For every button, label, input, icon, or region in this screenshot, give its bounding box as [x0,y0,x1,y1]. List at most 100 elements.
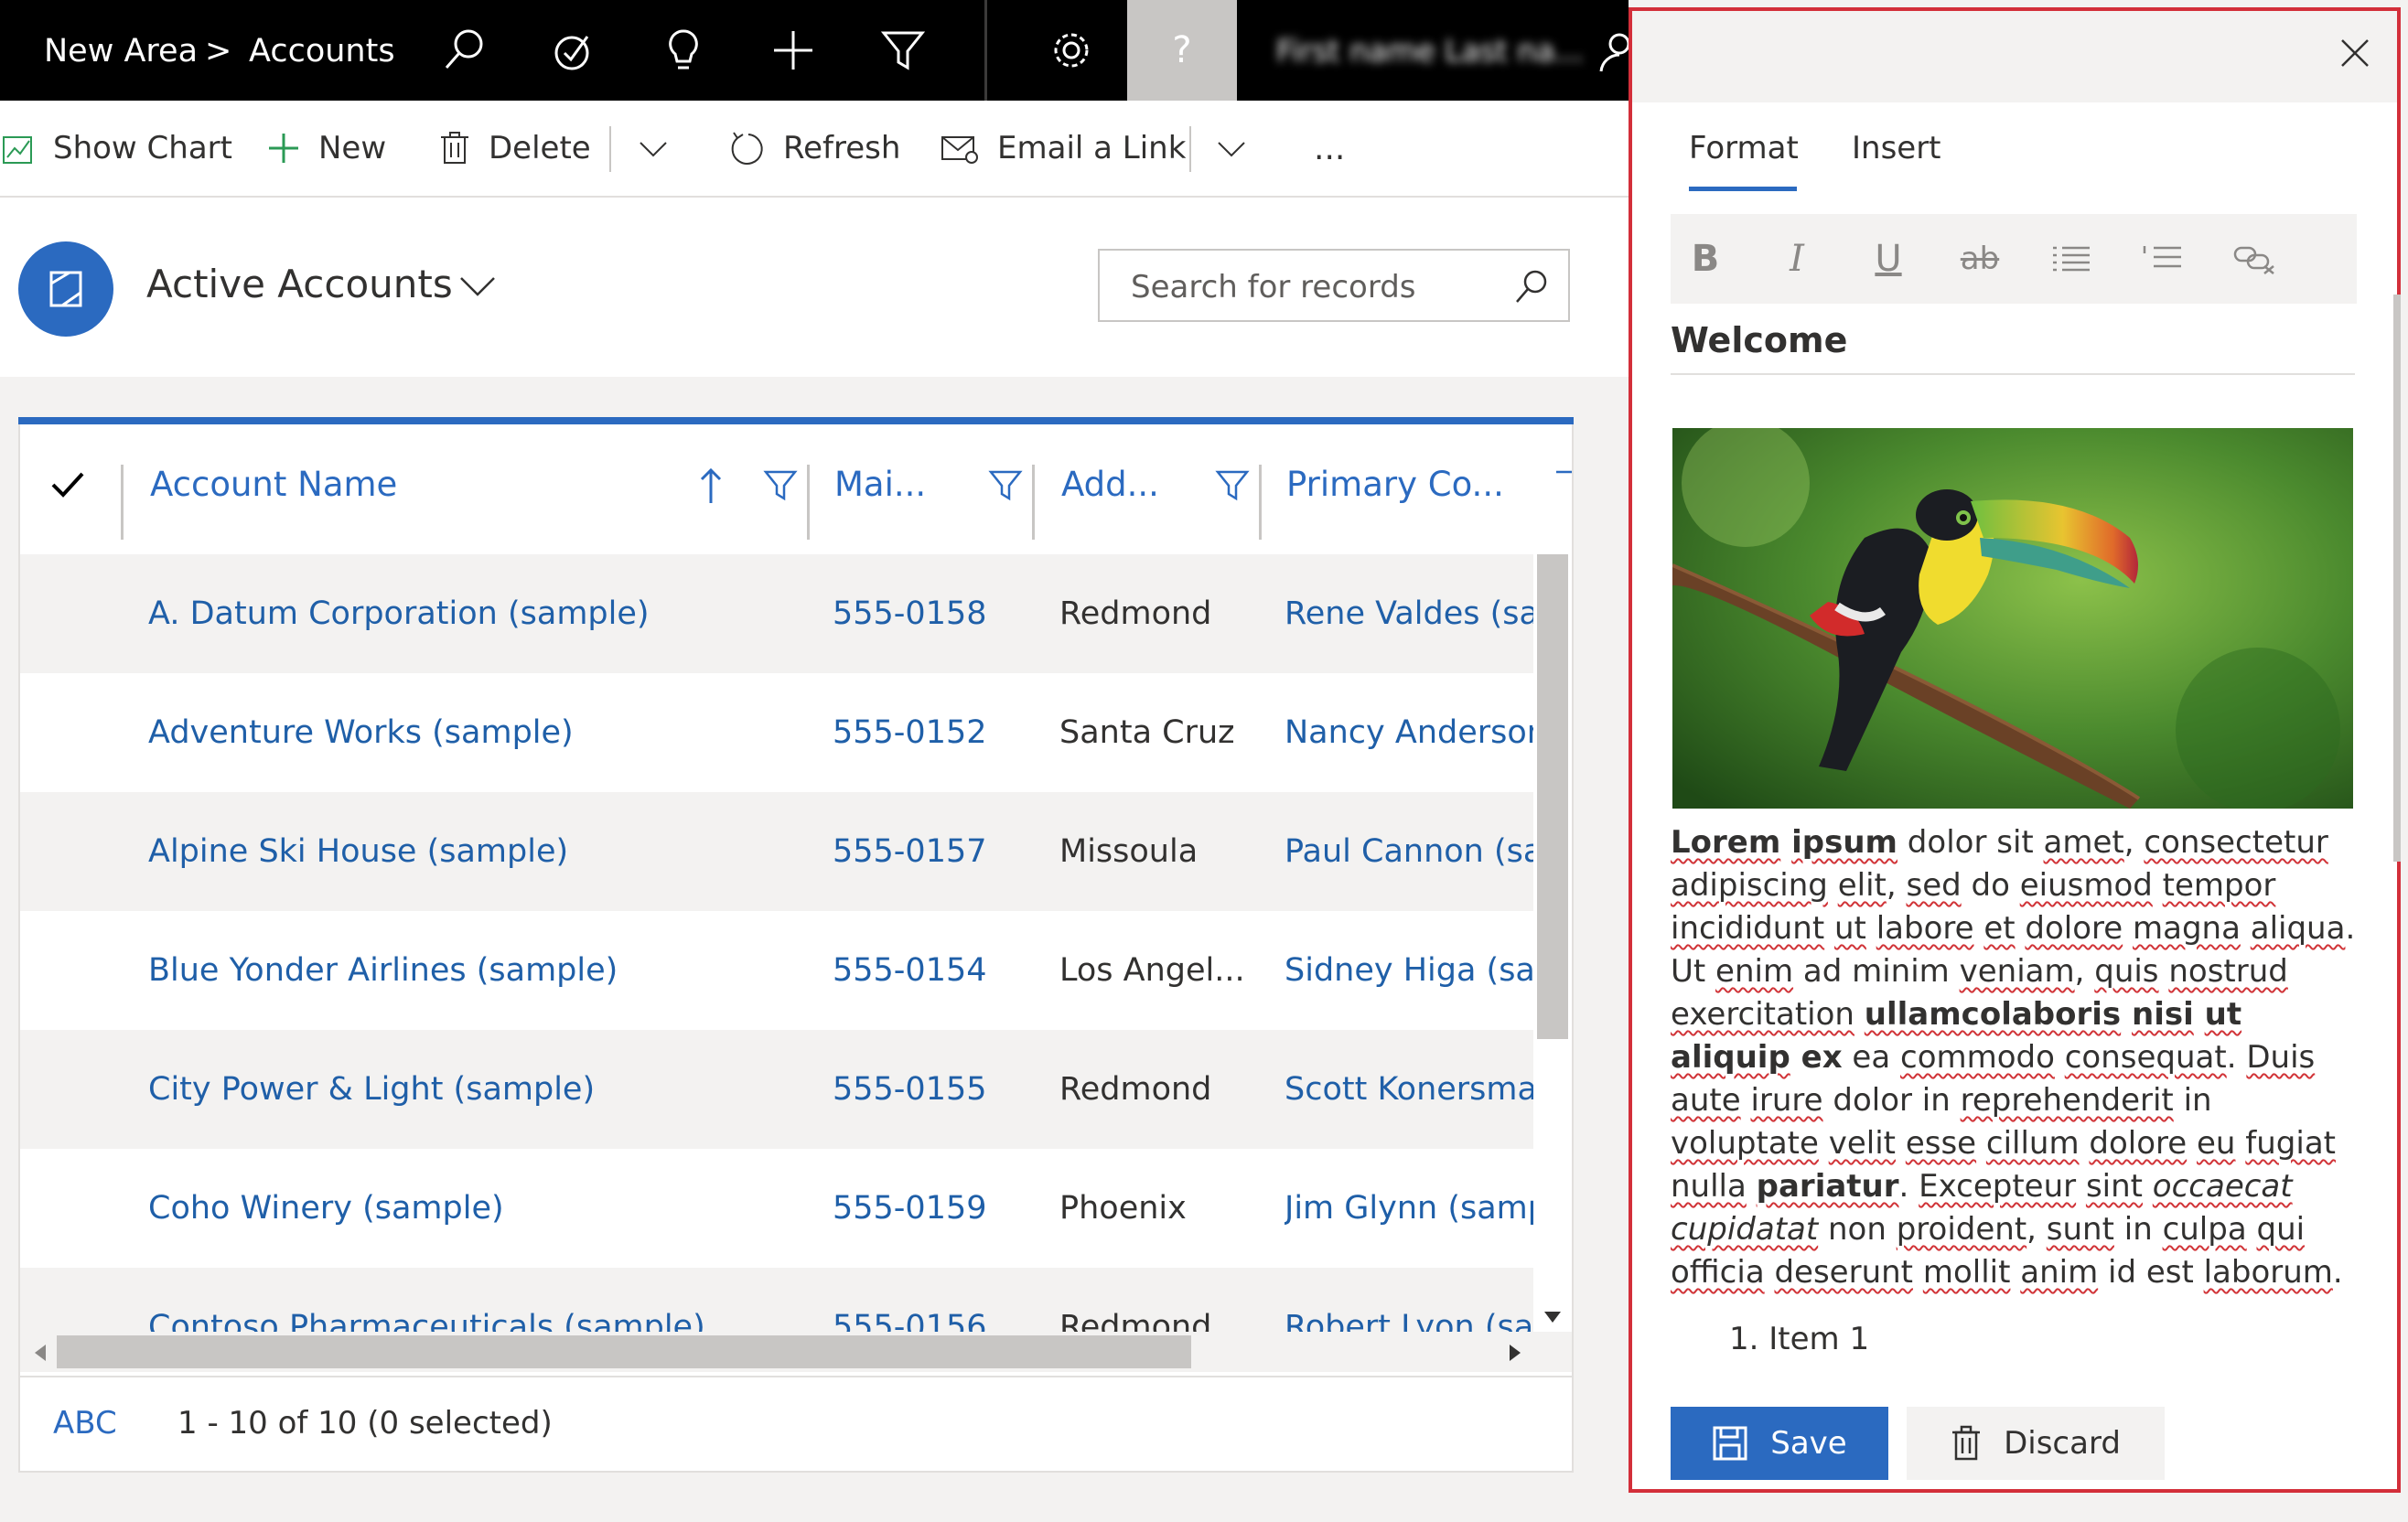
rich-text-editor[interactable]: Welcome Lorem ipsum dolor sit amet, cons… [1671,304,2357,1365]
gear-icon[interactable] [1039,18,1103,82]
discard-button[interactable]: Discard [1907,1407,2165,1480]
scrollbar-thumb[interactable] [57,1335,1191,1368]
email-link-icon [941,136,978,164]
phone-link[interactable]: 555-0152 [833,673,987,792]
email-link-button[interactable]: Email a Link [941,101,1186,196]
filter-icon[interactable] [988,468,1023,503]
table-row[interactable]: Coho Winery (sample) 555-0159 Phoenix Ji… [20,1149,1535,1268]
strikethrough-icon[interactable]: ab [1952,236,2007,282]
table-row[interactable]: Blue Yonder Airlines (sample) 555-0154 L… [20,911,1535,1030]
tab-format[interactable]: Format [1689,130,1799,166]
table-row[interactable]: A. Datum Corporation (sample) 555-0158 R… [20,554,1535,673]
account-name-link[interactable]: A. Datum Corporation (sample) [148,554,650,673]
delete-more-dropdown[interactable] [635,101,688,196]
breadcrumb-separator: > [205,33,232,70]
person-icon[interactable] [1592,18,1629,82]
email-more-dropdown[interactable] [1213,101,1266,196]
chevron-down-icon[interactable] [457,273,498,300]
new-button[interactable]: New [265,101,386,196]
active-tab-indicator [1689,187,1797,191]
save-button[interactable]: Save [1671,1407,1888,1480]
column-header-account-name[interactable]: Account Name [150,424,397,545]
plus-icon[interactable] [761,18,825,82]
show-chart-button[interactable]: Show Chart [0,101,232,196]
account-name-link[interactable]: Blue Yonder Airlines (sample) [148,911,618,1030]
rich-text-panel: Format Insert B I U ab Welcome Lorem ips… [1629,7,2401,1493]
user-name[interactable]: First name Last na... [1276,0,1584,101]
phone-link[interactable]: 555-0156 [833,1268,987,1332]
breadcrumb-entity[interactable]: Accounts [249,0,395,101]
underline-icon[interactable]: U [1861,236,1916,282]
divider [1189,126,1191,172]
italic-icon[interactable]: I [1769,236,1824,282]
show-chart-label: Show Chart [53,130,232,166]
lightbulb-icon[interactable] [651,18,715,82]
column-header-primary-contact[interactable]: Primary Co... [1286,424,1504,545]
city-cell: Redmond [1059,595,1212,632]
account-name-link[interactable]: Coho Winery (sample) [148,1149,504,1268]
breadcrumb-area[interactable]: New Area [44,0,198,101]
panel-scrollbar-thumb[interactable] [2393,295,2401,862]
column-header-main-phone[interactable]: Mai... [834,424,926,545]
filter-icon[interactable] [871,18,935,82]
account-name-link[interactable]: Alpine Ski House (sample) [148,792,568,911]
account-name-link[interactable]: City Power & Light (sample) [148,1030,595,1149]
filter-icon[interactable] [763,468,798,503]
phone-link[interactable]: 555-0159 [833,1149,987,1268]
search-icon[interactable] [432,18,496,82]
table-row[interactable]: Adventure Works (sample) 555-0152 Santa … [20,673,1535,792]
help-icon: ? [1172,29,1192,71]
contact-link[interactable]: Jim Glynn (sample [1285,1149,1535,1268]
more-commands-button[interactable]: ... [1314,101,1345,196]
scroll-right-arrow-icon[interactable] [1508,1343,1522,1363]
column-header-address[interactable]: Add... [1061,424,1159,545]
contact-link[interactable]: Nancy Anderson ( [1285,673,1535,792]
table-row[interactable]: City Power & Light (sample) 555-0155 Red… [20,1030,1535,1149]
phone-link[interactable]: 555-0157 [833,792,987,911]
email-link-label: Email a Link [997,130,1187,166]
view-title[interactable]: Active Accounts [146,262,453,306]
chevron-down-icon [640,142,667,157]
delete-button[interactable]: Delete [437,101,591,196]
table-row[interactable]: Alpine Ski House (sample) 555-0157 Misso… [20,792,1535,911]
help-button[interactable]: ? [1127,0,1237,101]
phone-link[interactable]: 555-0154 [833,911,987,1030]
contact-link[interactable]: Rene Valdes (sam [1285,554,1535,673]
contact-link[interactable]: Scott Konersmanr [1285,1030,1535,1149]
divider [609,126,611,172]
vertical-scrollbar[interactable] [1533,554,1572,1345]
scrollbar-thumb[interactable] [1537,554,1568,1039]
numbered-list-icon[interactable] [2135,236,2190,282]
bold-icon[interactable]: B [1678,236,1733,282]
checkmark-icon[interactable] [49,466,86,503]
refresh-button[interactable]: Refresh [728,101,900,196]
bulleted-list-icon[interactable] [2044,236,2099,282]
horizontal-scrollbar[interactable] [20,1332,1572,1372]
phone-link[interactable]: 555-0155 [833,1030,987,1149]
account-name-link[interactable]: Contoso Pharmaceuticals (sample) [148,1268,705,1332]
account-name-link[interactable]: Adventure Works (sample) [148,673,574,792]
plus-icon [269,134,298,163]
list-item: 1. Item 1 [1729,1321,1870,1357]
table-row[interactable]: Contoso Pharmaceuticals (sample) 555-015… [20,1268,1535,1332]
contact-link[interactable]: Robert Lyon (sam [1285,1268,1535,1332]
tab-insert[interactable]: Insert [1852,130,1941,166]
divider [1032,465,1035,540]
remove-link-icon[interactable] [2227,236,2282,282]
phone-link[interactable]: 555-0158 [833,554,987,673]
contact-link[interactable]: Paul Cannon (sam [1285,792,1535,911]
search-icon[interactable] [1511,267,1552,307]
filter-icon[interactable] [1215,468,1250,503]
scroll-down-arrow-icon[interactable] [1543,1310,1563,1324]
contact-link[interactable]: Sidney Higa (sam [1285,911,1535,1030]
city-cell: Missoula [1059,833,1199,870]
task-icon[interactable] [542,18,606,82]
alphabet-filter-link[interactable]: ABC [53,1377,117,1469]
search-input[interactable]: Search for records [1098,249,1570,322]
divider [984,0,987,101]
scroll-left-arrow-icon[interactable] [33,1343,48,1363]
filter-icon[interactable] [1553,468,1572,503]
close-icon[interactable] [2337,35,2373,71]
sort-ascending-icon[interactable] [697,466,725,507]
search-placeholder: Search for records [1131,269,1416,305]
